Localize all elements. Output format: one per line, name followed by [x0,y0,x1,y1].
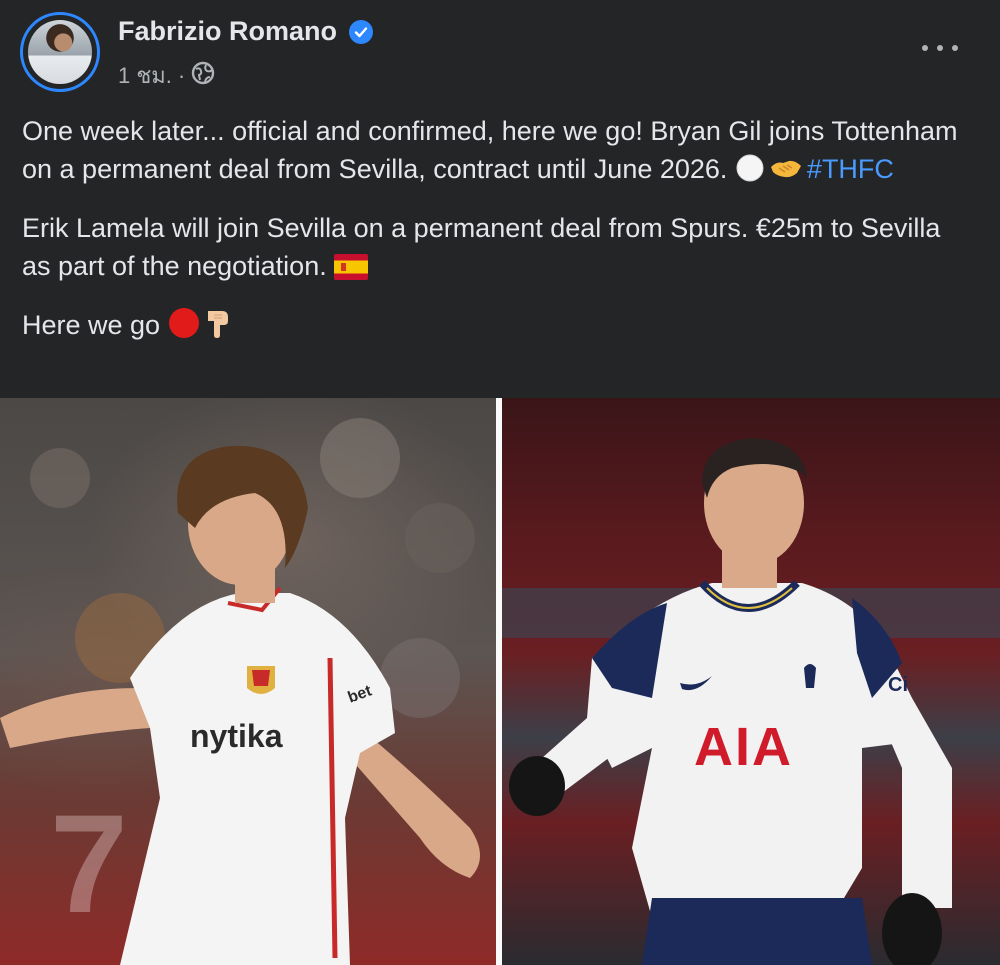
spain-flag-emoji [334,252,369,290]
post-photo[interactable]: 7 nytika bet AIA Ci [0,398,1000,965]
tottenham-sleeve-sponsor: Ci [888,674,908,696]
post-header: Fabrizio Romano 1 ชม. · [0,0,1000,100]
player-illustration-left [0,418,480,965]
author-row: Fabrizio Romano [118,16,374,47]
post-paragraph-2: Erik Lamela will join Sevilla on a perma… [22,209,972,290]
handshake-emoji [769,153,803,193]
post-text: One week later... official and confirmed… [22,112,972,365]
avatar-image [28,20,92,84]
sevilla-sponsor: nytika [190,718,283,754]
tottenham-sponsor: AIA [694,717,793,777]
globe-icon[interactable] [191,61,215,91]
more-options-icon[interactable] [922,36,958,60]
red-circle-emoji [168,307,200,349]
photo-bryan-gil[interactable]: 7 nytika bet [0,398,496,965]
meta-separator: · [177,62,186,88]
player-illustration-right [502,438,1000,965]
hashtag-link[interactable]: #THFC [807,154,894,184]
pointing-down-emoji [204,307,234,349]
author-name[interactable]: Fabrizio Romano [118,16,337,47]
post-meta: 1 ชม. · [118,58,215,93]
profile-avatar[interactable] [20,12,100,92]
photo-erik-lamela[interactable]: AIA Ci [502,398,1000,965]
verified-badge-icon [349,19,374,44]
post-paragraph-1: One week later... official and confirmed… [22,112,972,193]
post-timestamp[interactable]: 1 ชม. [118,58,172,93]
post-paragraph-3: Here we go [22,306,972,349]
white-circle-emoji [735,153,765,193]
